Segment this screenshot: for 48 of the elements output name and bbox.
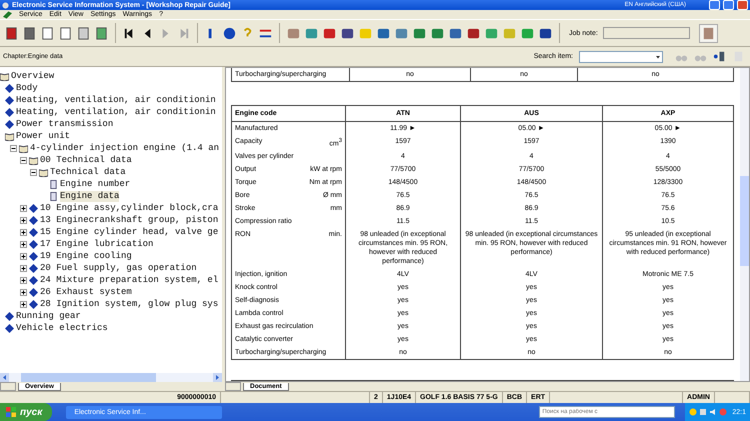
- expand-toggle[interactable]: [20, 204, 27, 212]
- close-button[interactable]: [737, 0, 748, 10]
- tree-item[interactable]: Power transmission: [16, 118, 114, 130]
- tree-item[interactable]: Overview: [11, 70, 54, 82]
- tree-item[interactable]: 24 Mixture preparation system, el: [40, 274, 218, 286]
- expand-toggle[interactable]: [20, 264, 27, 272]
- start-button[interactable]: пуск: [0, 403, 52, 421]
- expand-toggle[interactable]: [20, 252, 27, 260]
- scrollbar[interactable]: [0, 373, 222, 382]
- tree-item[interactable]: 28 Ignition system, glow plug sys: [40, 298, 218, 310]
- dropdown-arrow-icon[interactable]: [655, 54, 662, 60]
- scrollbar[interactable]: [740, 68, 749, 381]
- tree-item[interactable]: Heating, ventilation, air conditionin: [16, 106, 216, 118]
- expand-toggle[interactable]: [20, 156, 27, 164]
- tree-item[interactable]: Power unit: [16, 130, 70, 142]
- tree-item[interactable]: 20 Fuel supply, gas operation: [40, 262, 197, 274]
- tree-item[interactable]: 10 Engine assy,cylinder block,cra: [40, 202, 218, 214]
- expand-toggle[interactable]: [20, 288, 27, 296]
- speaker-icon[interactable]: [709, 408, 718, 416]
- scroll-left-icon[interactable]: [0, 373, 9, 382]
- expand-toggle[interactable]: [20, 300, 27, 308]
- expand-toggle[interactable]: [30, 168, 37, 176]
- expand-toggle[interactable]: [20, 216, 27, 224]
- tree-item[interactable]: Body: [16, 82, 38, 94]
- tree-item[interactable]: 00 Technical data: [40, 154, 132, 166]
- expand-toggle[interactable]: [20, 228, 27, 236]
- expand-toggle[interactable]: [20, 240, 27, 248]
- tree-item[interactable]: 15 Engine cylinder head, valve ge: [40, 226, 218, 238]
- minimize-button[interactable]: [709, 0, 720, 10]
- maximize-button[interactable]: [723, 0, 734, 10]
- expand-toggle[interactable]: [10, 144, 17, 152]
- tree-item[interactable]: 17 Engine lubrication: [40, 238, 154, 250]
- tree-item[interactable]: Vehicle electrics: [16, 322, 108, 334]
- tree-item[interactable]: 13 Enginecrankshaft group, piston: [40, 214, 218, 226]
- app-icon: [2, 2, 9, 8]
- scroll-right-icon[interactable]: [213, 373, 222, 382]
- tree-item[interactable]: 4-cylinder injection engine (1.4 an: [30, 142, 220, 154]
- tree-item[interactable]: Engine number: [60, 178, 130, 190]
- tree-item[interactable]: 19 Engine cooling: [40, 250, 132, 262]
- tree-item[interactable]: Technical data: [50, 166, 126, 178]
- windows-logo-icon: [6, 407, 16, 417]
- expand-toggle[interactable]: [20, 276, 27, 284]
- job-note-field[interactable]: [602, 27, 690, 40]
- tree-item[interactable]: Engine data: [60, 190, 120, 202]
- tree-item[interactable]: Heating, ventilation, air conditionin: [16, 94, 216, 106]
- search-field[interactable]: [579, 50, 663, 63]
- tree-item[interactable]: Running gear: [16, 310, 81, 322]
- tree-item[interactable]: 26 Exhaust system: [40, 286, 132, 298]
